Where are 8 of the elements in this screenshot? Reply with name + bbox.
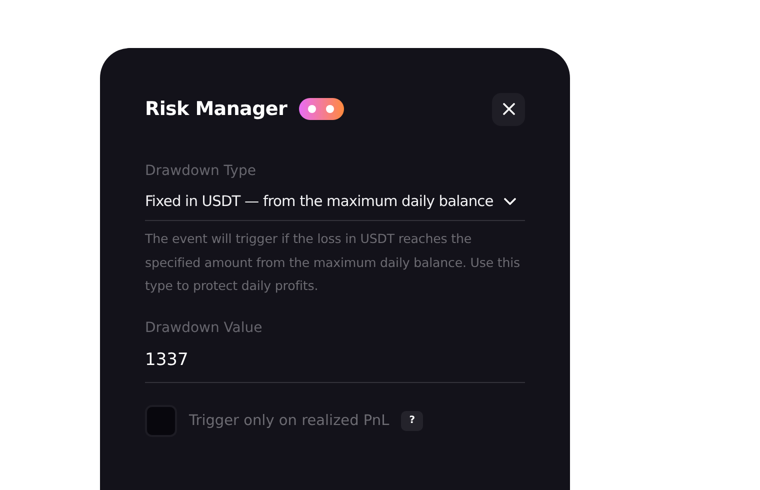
checkbox-label: Trigger only on realized PnL xyxy=(189,412,390,428)
dialog-title: Risk Manager xyxy=(145,98,288,120)
field-label: Drawdown Type xyxy=(145,163,257,179)
drawdown-value-field[interactable]: 1337 xyxy=(145,350,525,382)
field-label: Drawdown Value xyxy=(145,320,264,336)
drawdown-type-dropdown[interactable]: Fixed in USDT — from the maximum daily balance xyxy=(145,193,525,221)
help-badge[interactable]: ? xyxy=(401,410,424,430)
description-text: The event will trigger if the loss in USDT reaches the specified amount from the maximum daily balance. Use this type to protect daily profits. xyxy=(145,230,522,295)
